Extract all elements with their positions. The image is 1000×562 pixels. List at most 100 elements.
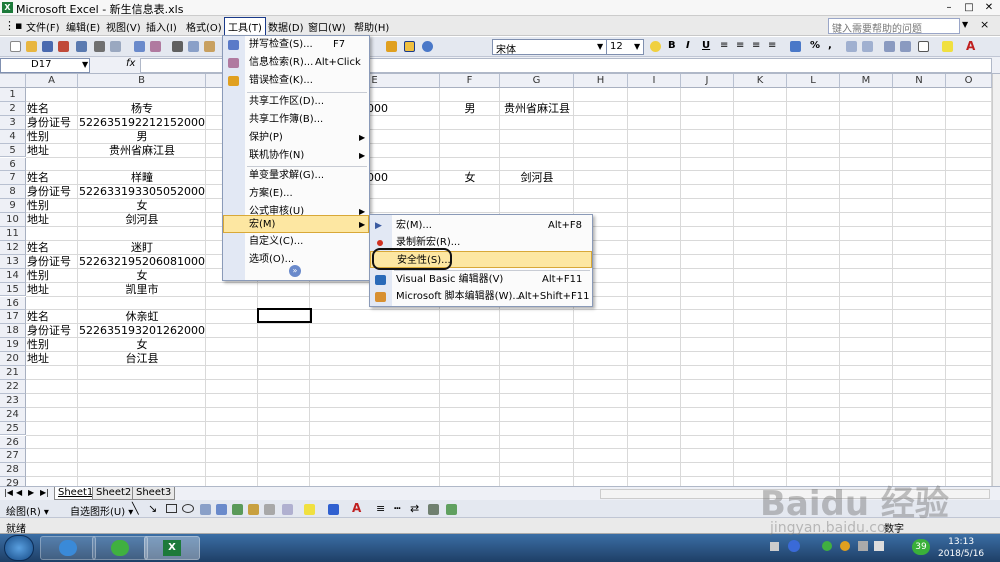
print-icon[interactable] <box>94 41 105 52</box>
new-icon[interactable] <box>10 41 21 52</box>
row-header-22[interactable]: 22 <box>0 379 26 394</box>
tray-icon[interactable] <box>770 542 779 551</box>
cell-b17[interactable]: 休亲虹 <box>79 310 205 324</box>
rectangle-icon[interactable] <box>166 504 177 513</box>
column-header-o[interactable]: O <box>946 74 992 88</box>
cell-b4[interactable]: 男 <box>79 130 205 144</box>
cell-a17[interactable]: 姓名 <box>27 310 77 324</box>
cell-b5[interactable]: 贵州省麻江县 <box>79 144 205 158</box>
menu-item-protection[interactable]: 保护(P) ▶ <box>223 129 369 147</box>
cell-f7[interactable]: 女 <box>441 171 499 185</box>
cell-a9[interactable]: 性别 <box>27 199 77 213</box>
underline-button[interactable]: U <box>702 40 710 51</box>
menu-item-online-collaboration[interactable]: 联机协作(N) ▶ <box>223 147 369 165</box>
cell-b14[interactable]: 女 <box>79 269 205 283</box>
menu-item-macros[interactable]: ▶ 宏(M)... Alt+F8 <box>370 217 592 235</box>
cell-b7[interactable]: 样疃 <box>79 171 205 185</box>
cell-b8[interactable]: 522633193305052000 <box>79 185 205 199</box>
cell-b3[interactable]: 522635192212152000 <box>79 116 205 130</box>
drawing-icon[interactable] <box>404 41 415 52</box>
tray-yellow-icon[interactable] <box>840 541 850 551</box>
row-header-6[interactable]: 6 <box>0 157 26 172</box>
line-icon[interactable]: ╲ <box>132 502 139 515</box>
borders-icon[interactable] <box>918 41 929 52</box>
column-header-b[interactable]: B <box>78 74 206 88</box>
percent-button[interactable]: % <box>810 40 820 51</box>
column-header-h[interactable]: H <box>574 74 628 88</box>
row-header-24[interactable]: 24 <box>0 407 26 422</box>
decrease-decimal-icon[interactable] <box>862 41 873 52</box>
row-header-16[interactable]: 16 <box>0 296 26 311</box>
tray-help-icon[interactable] <box>788 540 800 552</box>
italic-button[interactable]: I <box>686 40 690 51</box>
cell-a15[interactable]: 地址 <box>27 283 77 297</box>
menu-item-research[interactable]: 信息检索(R)... Alt+Click <box>223 54 369 72</box>
align-left-icon[interactable]: ≡ <box>720 40 728 51</box>
menu-expand-button[interactable]: » <box>223 265 369 281</box>
menu-window[interactable]: 窗口(W) <box>308 19 346 34</box>
font-color-icon[interactable]: A <box>352 501 361 515</box>
name-box[interactable]: D17 <box>0 58 90 73</box>
menu-item-customize[interactable]: 自定义(C)... <box>223 233 369 251</box>
help-dropdown-icon[interactable]: ▼ <box>962 20 968 29</box>
taskbar-excel-icon[interactable]: X <box>144 536 200 560</box>
diagram-icon[interactable] <box>232 504 243 515</box>
font-dropdown-icon[interactable]: ▼ <box>597 42 603 51</box>
row-header-8[interactable]: 8 <box>0 185 26 200</box>
select-all-corner[interactable] <box>0 74 26 88</box>
row-header-4[interactable]: 4 <box>0 129 26 144</box>
menu-item-share-workbook[interactable]: 共享工作簿(B)... <box>223 111 369 129</box>
menu-item-shared-workspace[interactable]: 共享工作区(D)... <box>223 93 369 111</box>
cell-a14[interactable]: 性别 <box>27 269 77 283</box>
row-header-12[interactable]: 12 <box>0 240 26 255</box>
picture-icon[interactable] <box>282 504 293 515</box>
justify-icon[interactable]: ≡ <box>768 40 776 51</box>
row-header-7[interactable]: 7 <box>0 171 26 186</box>
excel-app-icon[interactable]: X <box>2 2 13 13</box>
cell-a7[interactable]: 姓名 <box>27 171 77 185</box>
save-icon[interactable] <box>42 41 53 52</box>
tray-badge[interactable]: 39 <box>912 539 930 555</box>
close-icon[interactable]: ✕ <box>980 0 998 15</box>
copy-icon[interactable] <box>188 41 199 52</box>
row-header-26[interactable]: 26 <box>0 435 26 450</box>
prev-sheet-icon[interactable]: ◀ <box>16 488 22 497</box>
email-icon[interactable] <box>76 41 87 52</box>
smiley-icon[interactable] <box>650 41 661 52</box>
cell-b18[interactable]: 522635193201262000 <box>79 324 205 338</box>
cell-a18[interactable]: 身份证号 <box>27 324 77 338</box>
menu-insert[interactable]: 插入(I) <box>146 19 177 34</box>
close-workbook-icon[interactable]: × <box>980 18 989 31</box>
cell-a3[interactable]: 身份证号 <box>27 116 77 130</box>
clipart-icon[interactable] <box>248 504 259 515</box>
insert-picture-icon[interactable] <box>264 504 275 515</box>
minimize-icon[interactable]: – <box>940 0 958 15</box>
menu-item-goal-seek[interactable]: 单变量求解(G)... <box>223 167 369 185</box>
row-header-18[interactable]: 18 <box>0 324 26 339</box>
menu-item-spelling[interactable]: 拼写检查(S)... F7 <box>223 36 369 54</box>
column-header-f[interactable]: F <box>440 74 500 88</box>
first-sheet-icon[interactable]: |◀ <box>4 488 13 497</box>
menu-item-vb-editor[interactable]: Visual Basic 编辑器(V) Alt+F11 <box>370 271 592 289</box>
maximize-icon[interactable]: □ <box>960 0 978 15</box>
row-header-11[interactable]: 11 <box>0 227 26 241</box>
cell-a19[interactable]: 性别 <box>27 338 77 352</box>
research-icon[interactable] <box>150 41 161 52</box>
cut-icon[interactable] <box>172 41 183 52</box>
cell-a8[interactable]: 身份证号 <box>27 185 77 199</box>
line-color-icon[interactable] <box>328 504 339 515</box>
increase-indent-icon[interactable] <box>900 41 911 52</box>
row-header-20[interactable]: 20 <box>0 352 26 366</box>
cell-a13[interactable]: 身份证号 <box>27 255 77 269</box>
insert-function-icon[interactable]: fx <box>126 58 135 69</box>
comma-button[interactable]: , <box>828 40 832 51</box>
name-box-dropdown-icon[interactable]: ▼ <box>82 60 88 69</box>
menu-format[interactable]: 格式(O) <box>186 19 222 34</box>
size-dropdown-icon[interactable]: ▼ <box>634 42 640 51</box>
cell-a5[interactable]: 地址 <box>27 144 77 158</box>
row-header-28[interactable]: 28 <box>0 463 26 478</box>
increase-decimal-icon[interactable] <box>846 41 857 52</box>
oval-icon[interactable] <box>182 504 194 513</box>
paste-icon[interactable] <box>204 41 215 52</box>
next-sheet-icon[interactable]: ▶ <box>28 488 34 497</box>
